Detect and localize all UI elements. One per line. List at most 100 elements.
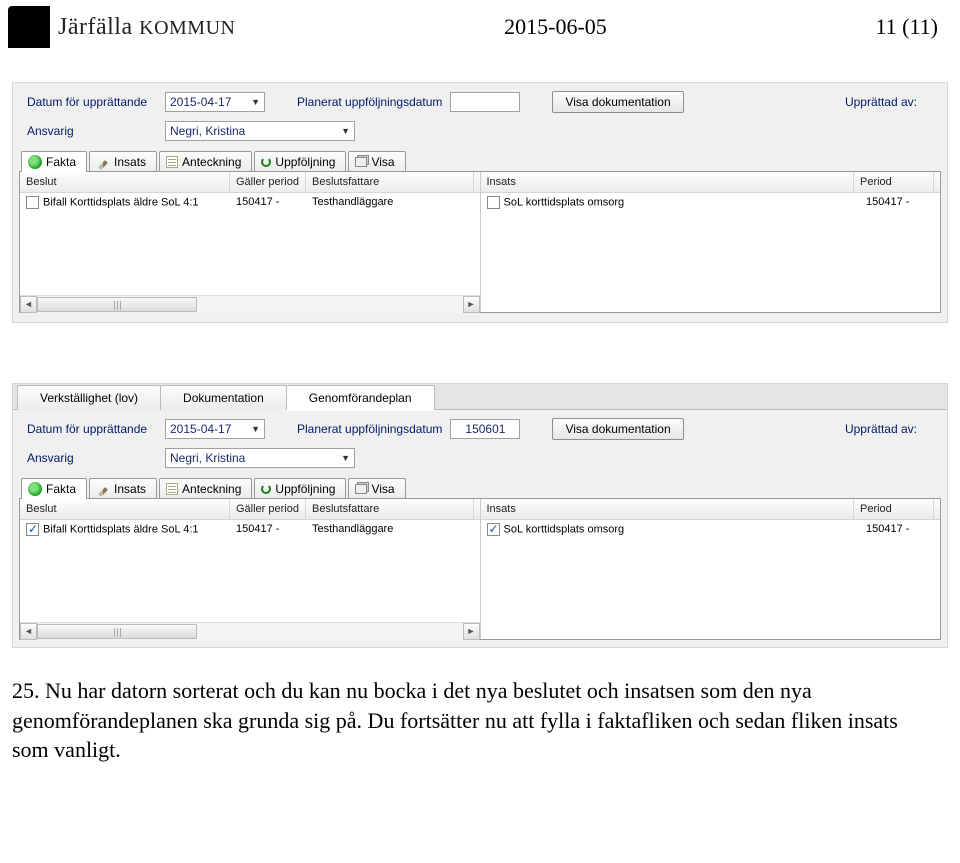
pane-right: Insats Period SoL korttidsplats omsorg 1… (480, 499, 941, 639)
logo-suffix: KOMMUN (139, 17, 235, 39)
table-row[interactable]: SoL korttidsplats omsorg 150417 - (481, 193, 941, 212)
col-galler[interactable]: Gäller period (230, 172, 306, 192)
scrollbar-horizontal[interactable]: ◄ ► (20, 622, 480, 639)
col-beslutsfattare[interactable]: Beslutsfattare (306, 172, 474, 192)
label-upprattad: Upprättad av: (845, 422, 917, 436)
uppfoljning-input[interactable] (450, 92, 520, 112)
chevron-down-icon: ▼ (251, 424, 260, 434)
ansvarig-value: Negri, Kristina (170, 451, 245, 465)
instruction-text: 25. Nu har datorn sorterat och du kan nu… (12, 676, 924, 765)
chevron-down-icon: ▼ (251, 97, 260, 107)
col-insats[interactable]: Insats (481, 172, 855, 192)
page-header: Järfälla KOMMUN 2015-06-05 11 (11) (0, 0, 960, 52)
tab-label: Fakta (46, 482, 76, 496)
tab-visa[interactable]: Visa (348, 151, 405, 172)
pencil-icon (98, 487, 108, 497)
chevron-down-icon: ▼ (341, 453, 350, 463)
tab-insats[interactable]: Insats (89, 151, 157, 172)
scroll-left-button[interactable]: ◄ (20, 623, 37, 640)
panel-genomforandeplan-1: Datum för upprättande 2015-04-17 ▼ Plane… (12, 82, 948, 323)
col-galler[interactable]: Gäller period (230, 499, 306, 519)
scrollbar-horizontal[interactable]: ◄ ► (20, 295, 480, 312)
table-row[interactable]: Bifall Korttidsplats äldre SoL 4:1 15041… (20, 193, 480, 212)
tab-label: Fakta (46, 155, 76, 169)
label-planerat: Planerat uppföljningsdatum (297, 422, 442, 436)
stack-icon (355, 484, 367, 494)
note-icon (166, 156, 178, 168)
cell-period: 150417 - (860, 196, 940, 209)
date-combo[interactable]: 2015-04-17 ▼ (165, 92, 265, 112)
col-beslut[interactable]: Beslut (20, 172, 230, 192)
form-row-2: Ansvarig Negri, Kristina ▼ (15, 442, 945, 470)
date-value: 2015-04-17 (170, 422, 231, 436)
pane-right: Insats Period SoL korttidsplats omsorg 1… (480, 172, 941, 312)
pencil-icon (98, 160, 108, 170)
tab-label: Anteckning (182, 155, 241, 169)
col-insats[interactable]: Insats (481, 499, 855, 519)
visa-dokumentation-button[interactable]: Visa dokumentation (552, 91, 683, 113)
ansvarig-value: Negri, Kristina (170, 124, 245, 138)
visa-dokumentation-button[interactable]: Visa dokumentation (552, 418, 683, 440)
tab-content: Beslut Gäller period Beslutsfattare Bifa… (19, 171, 941, 313)
globe-icon (28, 482, 42, 496)
tab-fakta[interactable]: Fakta (21, 478, 87, 499)
scroll-thumb[interactable] (37, 624, 197, 639)
label-datum: Datum för upprättande (27, 422, 157, 436)
table-row[interactable]: SoL korttidsplats omsorg 150417 - (481, 520, 941, 539)
checkbox[interactable] (26, 196, 39, 209)
ansvarig-combo[interactable]: Negri, Kristina ▼ (165, 448, 355, 468)
col-period[interactable]: Period (854, 172, 934, 192)
cell-insats: SoL korttidsplats omsorg (504, 523, 625, 535)
header-date: 2015-06-05 (235, 14, 875, 40)
cell-bfattare: Testhandläggare (306, 523, 480, 536)
tab-visa[interactable]: Visa (348, 478, 405, 499)
tab-uppfoljning[interactable]: Uppföljning (254, 478, 346, 499)
scroll-right-button[interactable]: ► (463, 296, 480, 313)
col-headers-right: Insats Period (481, 499, 941, 520)
top-tab-verkstallighet[interactable]: Verkställighet (lov) (17, 385, 161, 410)
tab-label: Uppföljning (275, 482, 335, 496)
col-beslut[interactable]: Beslut (20, 499, 230, 519)
form-row-1: Datum för upprättande 2015-04-17 ▼ Plane… (15, 412, 945, 442)
scroll-left-button[interactable]: ◄ (20, 296, 37, 313)
scroll-right-button[interactable]: ► (463, 623, 480, 640)
header-page-number: 11 (11) (875, 14, 948, 40)
panel-genomforandeplan-2: Verkställighet (lov) Dokumentation Genom… (12, 383, 948, 648)
checkbox[interactable] (26, 523, 39, 536)
table-row[interactable]: Bifall Korttidsplats äldre SoL 4:1 15041… (20, 520, 480, 539)
tab-anteckning[interactable]: Anteckning (159, 478, 252, 499)
step-text: Nu har datorn sorterat och du kan nu boc… (12, 678, 898, 762)
uppfoljning-input[interactable]: 150601 (450, 419, 520, 439)
label-planerat: Planerat uppföljningsdatum (297, 95, 442, 109)
top-tab-dokumentation[interactable]: Dokumentation (161, 385, 287, 410)
pane-left: Beslut Gäller period Beslutsfattare Bifa… (20, 172, 480, 312)
tab-label: Insats (114, 482, 146, 496)
logo-text: Järfälla KOMMUN (58, 14, 235, 41)
col-beslutsfattare[interactable]: Beslutsfattare (306, 499, 474, 519)
date-combo[interactable]: 2015-04-17 ▼ (165, 419, 265, 439)
tab-fakta[interactable]: Fakta (21, 151, 87, 172)
checkbox[interactable] (487, 523, 500, 536)
col-headers-left: Beslut Gäller period Beslutsfattare (20, 172, 480, 193)
label-ansvarig: Ansvarig (27, 124, 157, 138)
refresh-icon (261, 157, 271, 167)
tab-label: Visa (371, 482, 394, 496)
label-upprattad: Upprättad av: (845, 95, 917, 109)
checkbox[interactable] (487, 196, 500, 209)
cell-bfattare: Testhandläggare (306, 196, 480, 209)
tab-label: Uppföljning (275, 155, 335, 169)
tab-anteckning[interactable]: Anteckning (159, 151, 252, 172)
pane-left: Beslut Gäller period Beslutsfattare Bifa… (20, 499, 480, 639)
ansvarig-combo[interactable]: Negri, Kristina ▼ (165, 121, 355, 141)
top-tab-genomforandeplan[interactable]: Genomförandeplan (287, 385, 435, 410)
logo-icon (8, 6, 50, 48)
tab-uppfoljning[interactable]: Uppföljning (254, 151, 346, 172)
tab-insats[interactable]: Insats (89, 478, 157, 499)
col-period[interactable]: Period (854, 499, 934, 519)
scroll-thumb[interactable] (37, 297, 197, 312)
sub-tabs: Fakta Insats Anteckning Uppföljning Visa (19, 478, 945, 499)
chevron-down-icon: ▼ (341, 126, 350, 136)
tab-label: Anteckning (182, 482, 241, 496)
scroll-track[interactable] (37, 296, 463, 313)
scroll-track[interactable] (37, 623, 463, 640)
